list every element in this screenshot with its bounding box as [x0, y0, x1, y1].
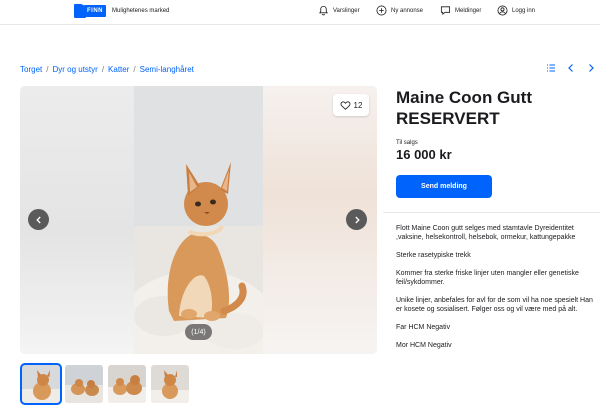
breadcrumb-separator: / [46, 65, 49, 74]
top-bar: FINN Mulighetenes marked Varslinger Ny a… [0, 0, 600, 24]
breadcrumb-item[interactable]: Katter [108, 65, 129, 74]
description-paragraph: Unike linjer, anbefales for avl for de s… [396, 297, 593, 313]
breadcrumb-separator: / [133, 65, 136, 74]
description-paragraph: Sterke rasetypiske trekk [396, 252, 471, 259]
listing-description: Flott Maine Coon gutt selges med stamtav… [396, 224, 596, 350]
chevron-left-icon [35, 216, 41, 223]
chevron-left-icon[interactable] [566, 63, 576, 73]
chat-icon [440, 6, 451, 16]
description-paragraph: Mor HCM Negativ [396, 342, 452, 349]
list-icon[interactable] [546, 63, 556, 73]
thumbnail[interactable] [108, 365, 146, 403]
chevron-right-icon [354, 216, 360, 223]
header-divider [0, 24, 600, 25]
plus-circle-icon [376, 5, 387, 16]
listing-navigation [546, 63, 596, 73]
thumbnail-image [22, 365, 60, 403]
thumbnail-image [65, 365, 103, 403]
description-paragraph: Kommer fra sterke friske linjer uten man… [396, 270, 579, 286]
thumbnail-strip [20, 363, 189, 405]
image-gallery[interactable]: 12 (1/4) [20, 86, 377, 354]
thumbnail-image [151, 365, 189, 403]
breadcrumb: Torget / Dyr og utstyr / Katter / Semi-l… [20, 65, 194, 74]
next-image-button[interactable] [346, 209, 367, 230]
bell-icon [319, 5, 328, 16]
breadcrumb-item[interactable]: Torget [20, 65, 42, 74]
listing-title: Maine Coon Gutt RESERVERT [396, 88, 532, 128]
description-paragraph: Far HCM Negativ [396, 324, 451, 331]
thumbnail[interactable] [65, 365, 103, 403]
finn-logo[interactable]: FINN Mulighetenes marked [74, 4, 169, 18]
nav-messages-label: Meldinger [455, 7, 482, 14]
nav-login[interactable]: Logg inn [497, 5, 535, 16]
description-paragraph: Flott Maine Coon gutt selges med stamtav… [396, 225, 576, 241]
chevron-right-icon[interactable] [586, 63, 596, 73]
breadcrumb-item[interactable]: Semi-langhåret [140, 65, 194, 74]
favorite-button[interactable]: 12 [333, 94, 369, 116]
breadcrumb-separator: / [101, 65, 105, 74]
logo-tagline: Mulighetenes marked [112, 8, 170, 14]
nav-new-ad-label: Ny annonse [391, 7, 424, 14]
previous-image-button[interactable] [28, 209, 49, 230]
details-divider [383, 212, 600, 213]
send-message-button[interactable]: Send melding [396, 175, 492, 198]
thumbnail[interactable] [20, 363, 62, 405]
favorite-count: 12 [353, 100, 363, 110]
nav-login-label: Logg inn [512, 7, 536, 14]
thumbnail[interactable] [151, 365, 189, 403]
nav-notifications[interactable]: Varslinger [318, 5, 360, 16]
nav-new-ad[interactable]: Ny annonse [376, 5, 423, 16]
user-icon [497, 5, 508, 16]
heart-icon [340, 100, 351, 110]
thumbnail-image [108, 365, 146, 403]
nav-notifications-label: Varslinger [333, 7, 360, 14]
kitten-photo [134, 86, 263, 354]
logo-text: FINN [84, 5, 106, 17]
nav-messages[interactable]: Meldinger [440, 5, 481, 16]
price-label: Til salgs [396, 140, 418, 146]
image-counter: (1/4) [185, 324, 212, 340]
breadcrumb-item[interactable]: Dyr og utstyr [52, 65, 97, 74]
price: 16 000 kr [396, 147, 452, 162]
